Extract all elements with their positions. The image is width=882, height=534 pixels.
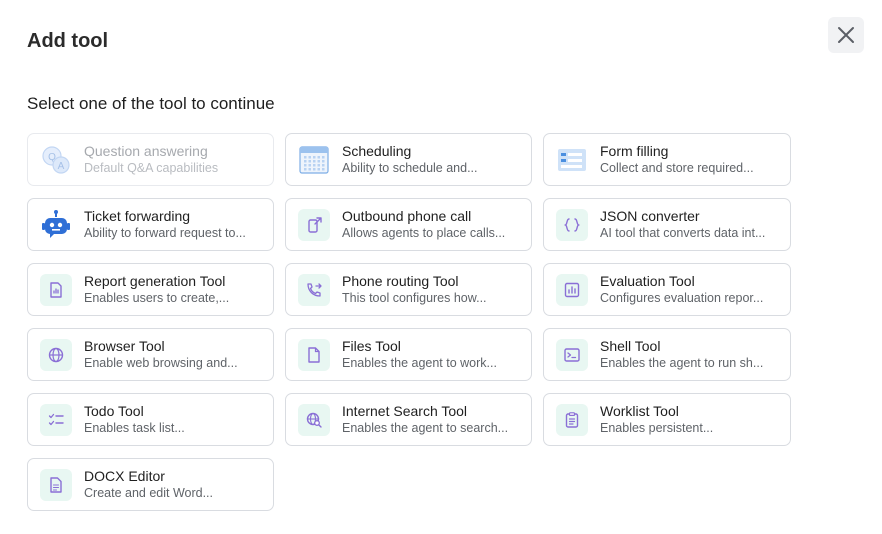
tool-card-form-filling[interactable]: Form filling Collect and store required..… [543, 133, 791, 186]
tool-card-text: Report generation Tool Enables users to c… [84, 273, 262, 306]
tool-title: Phone routing Tool [342, 273, 459, 289]
tool-card-files-tool[interactable]: Files Tool Enables the agent to work... [285, 328, 532, 381]
close-icon [837, 26, 855, 44]
tool-description: This tool configures how... [342, 291, 487, 305]
tool-description: Default Q&A capabilities [84, 161, 219, 175]
tool-card-text: Ticket forwarding Ability to forward requ… [84, 208, 262, 241]
tool-card-text: Phone routing Tool This tool configures h… [342, 273, 520, 306]
phone-forward-icon [298, 273, 330, 306]
tool-card-docx-editor[interactable]: DOCX Editor Create and edit Word... [27, 458, 274, 511]
tool-title: Browser Tool [84, 338, 165, 354]
tool-card-report-generation-tool[interactable]: Report generation Tool Enables users to c… [27, 263, 274, 316]
tool-card-text: DOCX Editor Create and edit Word... [84, 468, 262, 501]
tool-description: Enable web browsing and... [84, 356, 238, 370]
tool-title: Internet Search Tool [342, 403, 468, 419]
tool-card-todo-tool[interactable]: Todo Tool Enables task list... [27, 393, 274, 446]
tool-title: Shell Tool [600, 338, 661, 354]
tool-description: Enables the agent to work... [342, 356, 497, 370]
outbound-call-icon [298, 208, 330, 241]
file-icon [298, 338, 330, 371]
tool-description: Enables task list... [84, 421, 185, 435]
globe-icon [40, 338, 72, 371]
robot-icon [40, 209, 72, 241]
tool-card-json-converter[interactable]: JSON converter AI tool that converts data… [543, 198, 791, 251]
tool-card-text: Internet Search Tool Enables the agent to… [342, 403, 520, 436]
qa-bubbles-icon: QA [40, 144, 72, 176]
tool-description: Allows agents to place calls... [342, 226, 506, 240]
tool-card-browser-tool[interactable]: Browser Tool Enable web browsing and... [27, 328, 274, 381]
tool-card-text: Form filling Collect and store required..… [600, 143, 778, 176]
tool-card-text: Question answering Default Q&A capabiliti… [84, 143, 262, 176]
tool-title: JSON converter [600, 208, 700, 224]
close-button[interactable] [828, 17, 864, 53]
document-icon [40, 468, 72, 501]
tool-title: Ticket forwarding [84, 208, 191, 224]
tool-title: Scheduling [342, 143, 412, 159]
tool-description: Enables the agent to search... [342, 421, 509, 435]
tool-title: Evaluation Tool [600, 273, 695, 289]
tool-card-text: Browser Tool Enable web browsing and... [84, 338, 262, 371]
clipboard-icon [556, 403, 588, 436]
tool-grid: Q A Question answering Default Q&A capabili… [27, 133, 791, 511]
tool-card-ticket-forwarding[interactable]: Ticket forwarding Ability to forward requ… [27, 198, 274, 251]
tool-card-phone-routing-tool[interactable]: Phone routing Tool This tool configures h… [285, 263, 532, 316]
bar-chart-icon [556, 273, 588, 306]
tool-description: Create and edit Word... [84, 486, 214, 500]
tool-card-shell-tool[interactable]: Shell Tool Enables the agent to run sh... [543, 328, 791, 381]
dialog-title: Add tool [27, 30, 109, 52]
tool-card-text: Shell Tool Enables the agent to run sh... [600, 338, 778, 371]
tool-card-scheduling[interactable]: Scheduling Ability to schedule and... [285, 133, 532, 186]
tool-card-text: Todo Tool Enables task list... [84, 403, 262, 436]
tool-card-text: Worklist Tool Enables persistent... [600, 403, 778, 436]
tool-title: Report generation Tool [84, 273, 226, 289]
tool-description: Ability to schedule and... [342, 161, 478, 175]
tool-card-text: Files Tool Enables the agent to work... [342, 338, 520, 371]
tool-card-text: Evaluation Tool Configures evaluation rep… [600, 273, 778, 306]
tool-card-evaluation-tool[interactable]: Evaluation Tool Configures evaluation rep… [543, 263, 791, 316]
tool-card-text: JSON converter AI tool that converts data… [600, 208, 778, 241]
tool-card-question-answering: Q A Question answering Default Q&A capabili… [27, 133, 274, 186]
tool-title: Todo Tool [84, 403, 144, 419]
dialog-subtitle: Select one of the tool to continue [27, 94, 275, 113]
report-icon [40, 273, 72, 306]
tool-title: Outbound phone call [342, 208, 472, 224]
tool-title: Files Tool [342, 338, 401, 354]
tool-card-text: Scheduling Ability to schedule and... [342, 143, 520, 176]
tool-card-worklist-tool[interactable]: Worklist Tool Enables persistent... [543, 393, 791, 446]
tool-card-text: Outbound phone call Allows agents to plac… [342, 208, 520, 241]
form-icon [556, 144, 588, 176]
tool-description: AI tool that converts data int... [600, 226, 766, 240]
tool-description: Enables the agent to run sh... [600, 356, 764, 370]
terminal-icon [556, 338, 588, 371]
tool-description: Enables users to create,... [84, 291, 230, 305]
tool-description: Configures evaluation repor... [600, 291, 764, 305]
tool-card-outbound-phone-call[interactable]: Outbound phone call Allows agents to plac… [285, 198, 532, 251]
tool-title: DOCX Editor [84, 468, 165, 484]
tool-description: Enables persistent... [600, 421, 714, 435]
checklist-icon [40, 403, 72, 436]
tool-title: Form filling [600, 143, 669, 159]
calendar-icon [298, 144, 330, 176]
tool-card-internet-search-tool[interactable]: Internet Search Tool Enables the agent to… [285, 393, 532, 446]
tool-description: Ability to forward request to... [84, 226, 246, 240]
tool-description: Collect and store required... [600, 161, 754, 175]
tool-title: Worklist Tool [600, 403, 679, 419]
tool-title: Question answering [84, 143, 208, 159]
web-search-icon [298, 403, 330, 436]
braces-icon [556, 208, 588, 241]
svg-text:A: A [58, 161, 65, 172]
